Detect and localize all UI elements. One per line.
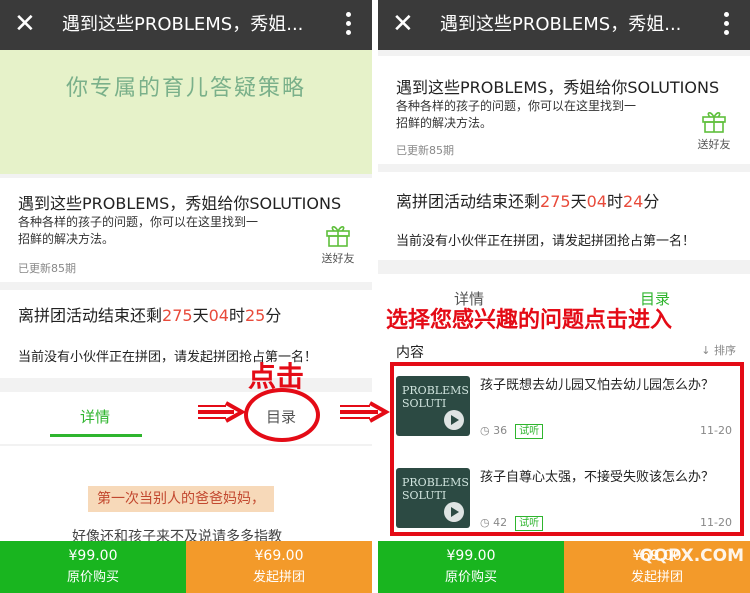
details-content: 第一次当别人的爸爸妈妈， 好像还和孩子来不及说请多多指教 (0, 446, 372, 545)
more-options-icon[interactable] (346, 12, 352, 36)
sort-button[interactable]: ↓ 排序 (701, 342, 736, 358)
group-label: 发起拼团 (252, 570, 305, 585)
group-buy-card: 离拼团活动结束还剩275天04时24分 当前没有小伙伴正在拼团，请发起拼团抢占第… (378, 172, 750, 260)
close-icon[interactable]: ✕ (14, 8, 36, 40)
banner-text: 你专属的育儿答疑策略 (66, 76, 307, 101)
left-screenshot-panel: ✕ 遇到这些PROBLEMS，秀姐... 你专属的育儿答疑策略 遇到这些PROB… (0, 0, 372, 593)
gift-friend-button[interactable]: 送好友 (318, 222, 358, 266)
close-icon[interactable]: ✕ (392, 8, 414, 40)
group-buy-card: 离拼团活动结束还剩275天04时25分 当前没有小伙伴正在拼团，请发起拼团抢占第… (0, 290, 372, 378)
start-group-button[interactable]: ¥69.00 发起拼团 (186, 541, 372, 593)
gift-friend-button[interactable]: 送好友 (694, 108, 734, 152)
course-title: 遇到这些PROBLEMS，秀姐给你SOLUTIONS (396, 78, 720, 97)
page-title: 遇到这些PROBLEMS，秀姐... (62, 14, 304, 35)
bottom-action-bar: ¥99.00 原价购买 ¥69.00 发起拼团 (0, 541, 372, 593)
course-banner: 你专属的育儿答疑策略 (0, 50, 372, 174)
annotation-arrow-icon (198, 401, 246, 423)
update-count: 已更新85期 (18, 262, 76, 275)
group-price: ¥69.00 (254, 548, 304, 564)
tab-active-indicator (50, 434, 142, 437)
annotation-choose-text: 选择您感兴趣的问题点击进入 (386, 308, 673, 333)
gift-label: 送好友 (321, 252, 355, 265)
catalog-heading: 内容 (396, 345, 424, 361)
buy-original-button[interactable]: ¥99.00 原价购买 (378, 541, 564, 593)
top-bar: ✕ 遇到这些PROBLEMS，秀姐... (378, 0, 750, 50)
course-description: 各种各样的孩子的问题，你可以在这里找到一招鲜的解决方法。 (18, 215, 259, 246)
course-info-card: 遇到这些PROBLEMS，秀姐给你SOLUTIONS 各种各样的孩子的问题，你可… (0, 178, 372, 282)
more-options-icon[interactable] (724, 12, 730, 36)
group-label: 发起拼团 (630, 570, 683, 585)
group-notice: 当前没有小伙伴正在拼团，请发起拼团抢占第一名！ (396, 234, 696, 249)
update-count: 已更新85期 (396, 144, 454, 157)
details-highlight-text: 第一次当别人的爸爸妈妈， (88, 486, 274, 512)
gift-icon (326, 226, 350, 247)
course-info-card: 遇到这些PROBLEMS，秀姐给你SOLUTIONS 各种各样的孩子的问题，你可… (378, 56, 750, 164)
buy-price: ¥99.00 (446, 548, 496, 564)
top-bar: ✕ 遇到这些PROBLEMS，秀姐... (0, 0, 372, 50)
group-countdown: 离拼团活动结束还剩275天04时25分 (18, 306, 282, 325)
tab-details[interactable]: 详情 (80, 406, 110, 427)
buy-price: ¥99.00 (68, 548, 118, 564)
gift-icon (702, 112, 726, 133)
course-title: 遇到这些PROBLEMS，秀姐给你SOLUTIONS (18, 194, 342, 213)
page-title: 遇到这些PROBLEMS，秀姐... (440, 14, 682, 35)
buy-label: 原价购买 (66, 570, 119, 585)
course-description: 各种各样的孩子的问题，你可以在这里找到一招鲜的解决方法。 (396, 99, 637, 130)
buy-original-button[interactable]: ¥99.00 原价购买 (0, 541, 186, 593)
annotation-circle (244, 388, 320, 442)
annotation-arrow-icon (340, 401, 390, 423)
annotation-highlight-box (390, 362, 744, 536)
buy-label: 原价购买 (444, 570, 497, 585)
watermark-text: QQPX.COM (639, 546, 744, 566)
gift-label: 送好友 (697, 138, 731, 151)
group-countdown: 离拼团活动结束还剩275天04时24分 (396, 192, 660, 211)
